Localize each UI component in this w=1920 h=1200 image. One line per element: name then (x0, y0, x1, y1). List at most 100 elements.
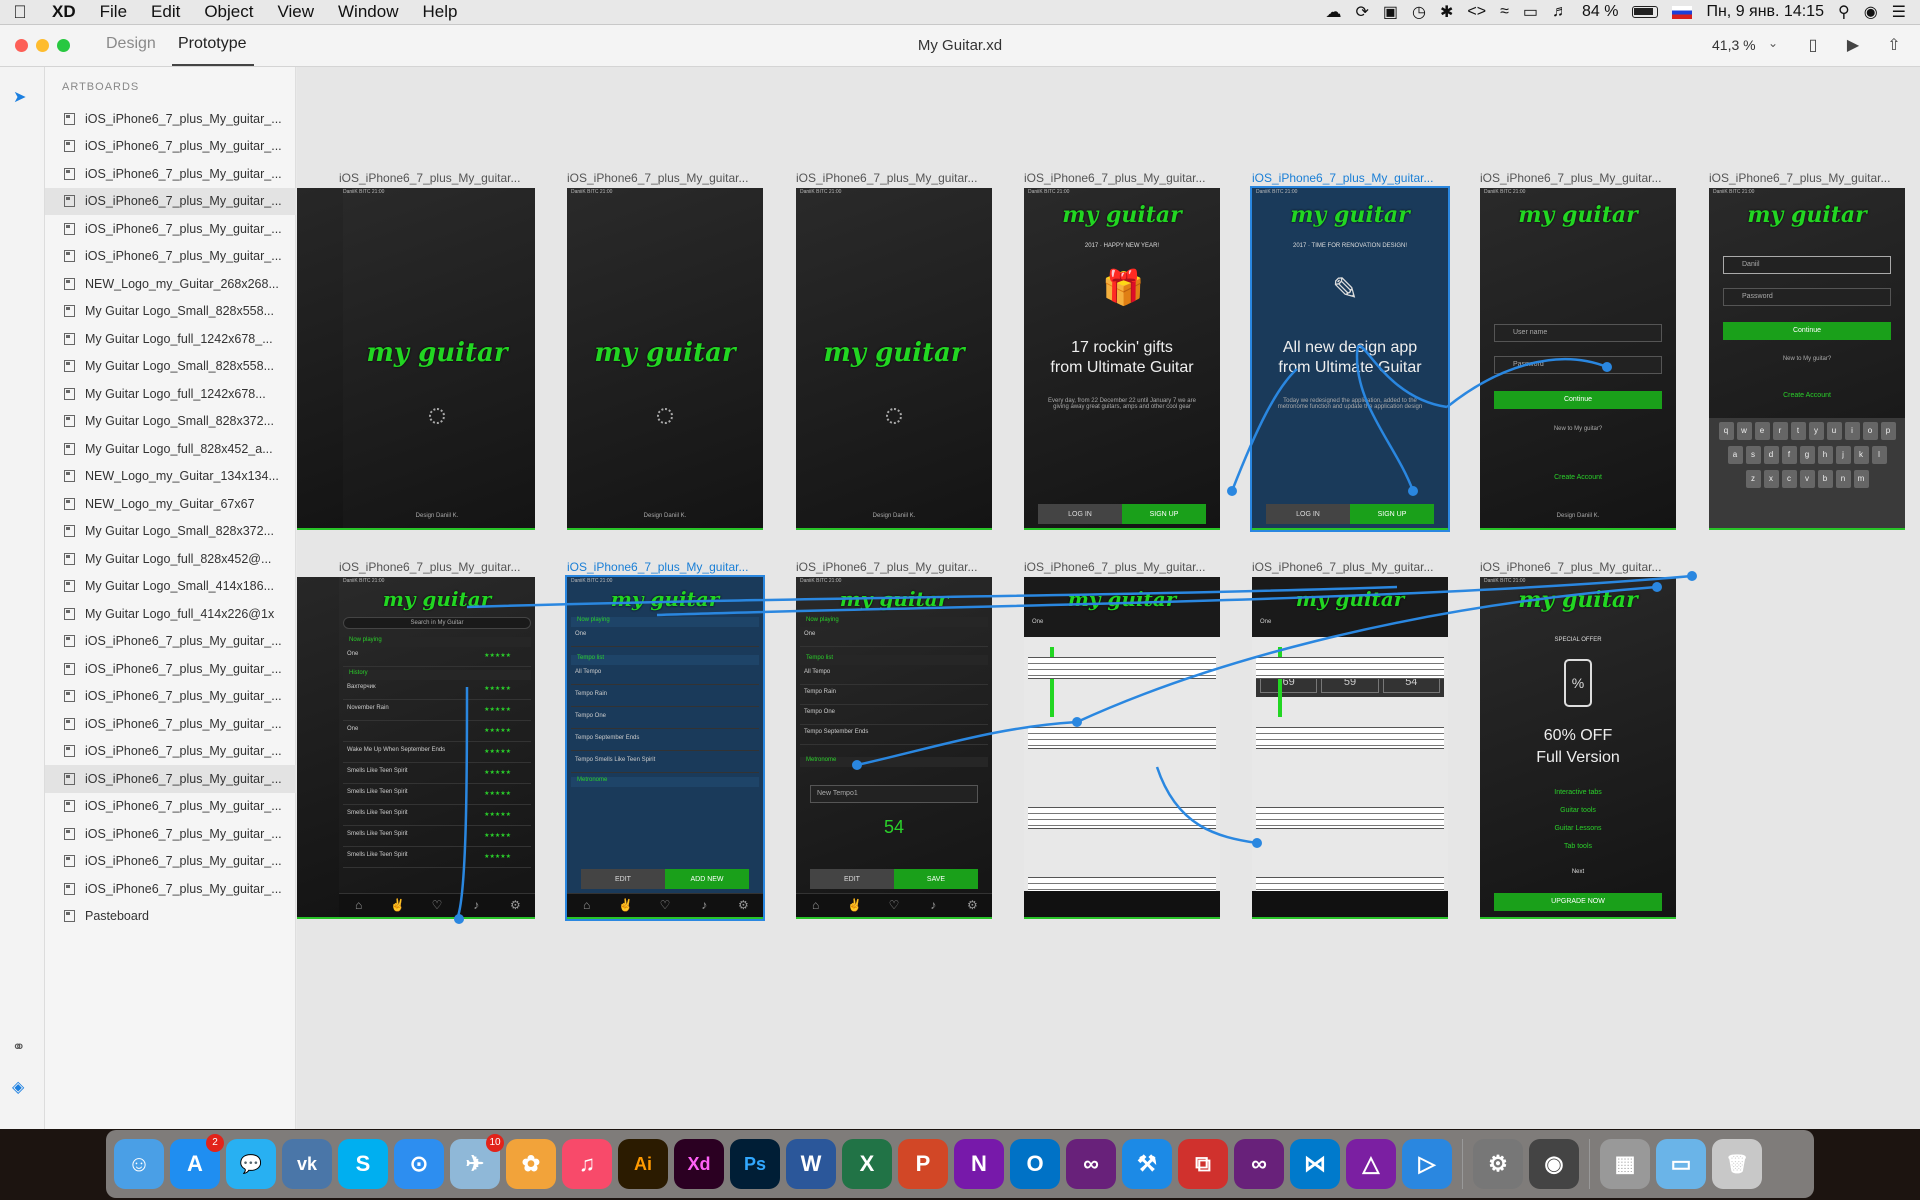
artboard-list-item[interactable]: iOS_iPhone6_7_plus_My_guitar_... (45, 710, 296, 738)
visual-studio-icon[interactable]: ∞ (1066, 1139, 1116, 1189)
tab-bar-icon[interactable]: ♪ (457, 894, 496, 917)
song-row[interactable]: One ★★★★★ (343, 724, 531, 742)
keyboard-key[interactable]: x (1763, 470, 1779, 488)
tempo-row[interactable]: All Tempo (571, 667, 759, 685)
keyboard-key[interactable]: q (1718, 422, 1734, 440)
affinity-icon[interactable]: △ (1346, 1139, 1396, 1189)
menu-view[interactable]: View (265, 2, 326, 22)
song-row[interactable]: One (571, 629, 759, 647)
battery-icon[interactable] (1632, 6, 1659, 18)
vk-icon[interactable]: vk (282, 1139, 332, 1189)
artboard-list-item[interactable]: iOS_iPhone6_7_plus_My_guitar_... (45, 738, 296, 766)
artboard-list-item[interactable]: My Guitar Logo_Small_828x558... (45, 353, 296, 381)
username-field[interactable]: User name (1494, 324, 1662, 342)
edit-button[interactable]: EDIT (810, 869, 894, 889)
tempo-row[interactable]: Tempo September Ends (800, 727, 988, 745)
tab-bar-icon[interactable]: ✌ (378, 894, 417, 917)
keyboard-key[interactable]: l (1871, 446, 1887, 464)
artboard-list-item[interactable]: My Guitar Logo_Small_414x186... (45, 573, 296, 601)
artboard-title[interactable]: iOS_iPhone6_7_plus_My_guitar... (1480, 171, 1676, 185)
keyboard-key[interactable]: i (1844, 422, 1860, 440)
artboard[interactable]: DaniiK BITC 21:00 my guitar 2017 · TIME FO… (1250, 186, 1450, 532)
tempo-name-field[interactable]: New Tempo1 (810, 785, 978, 803)
artboard-title[interactable]: iOS_iPhone6_7_plus_My_guitar... (1252, 560, 1448, 574)
tab-bar-icon[interactable]: ✌ (835, 894, 874, 917)
battery-percent[interactable]: 84 % (1582, 3, 1618, 21)
preview-icon[interactable]: ▦ (1600, 1139, 1650, 1189)
outlook-icon[interactable]: O (1010, 1139, 1060, 1189)
tab-bar-icon[interactable]: ⚙ (724, 894, 763, 917)
tempo-row[interactable]: Tempo Rain (800, 687, 988, 705)
tempo-row[interactable]: Tempo September Ends (571, 733, 759, 751)
artboard-list-item[interactable]: My Guitar Logo_Small_828x372... (45, 518, 296, 546)
artboard-list-item[interactable]: iOS_iPhone6_7_plus_My_guitar_... (45, 628, 296, 656)
photos-icon[interactable]: ✿ (506, 1139, 556, 1189)
artboard-title[interactable]: iOS_iPhone6_7_plus_My_guitar... (1252, 171, 1448, 185)
bluetooth-icon[interactable]: ✱ (1440, 2, 1453, 22)
keyboard-key[interactable]: z (1745, 470, 1761, 488)
tab-bar-icon[interactable]: ⚙ (496, 894, 535, 917)
word-icon[interactable]: W (786, 1139, 836, 1189)
airplay-icon[interactable]: ▭ (1523, 2, 1538, 22)
artboard-title[interactable]: iOS_iPhone6_7_plus_My_guitar... (796, 560, 992, 574)
artboard-title[interactable]: iOS_iPhone6_7_plus_My_guitar... (1709, 171, 1905, 185)
symbols-icon[interactable]: ⚭ (12, 1037, 25, 1057)
artboard-list-item[interactable]: iOS_iPhone6_7_plus_My_guitar_... (45, 243, 296, 271)
chevron-down-icon[interactable]: ⌄ (1768, 36, 1778, 50)
artboard-partial[interactable] (297, 188, 343, 530)
song-row[interactable]: One (800, 629, 988, 647)
clock[interactable]: Пн, 9 янв. 14:15 (1706, 3, 1824, 21)
song-row[interactable]: Вахтерчик ★★★★★ (343, 682, 531, 700)
onenote-icon[interactable]: N (954, 1139, 1004, 1189)
tempo-row[interactable]: Tempo One (571, 711, 759, 729)
ps-icon[interactable]: Ps (730, 1139, 780, 1189)
artboard-list-item[interactable]: iOS_iPhone6_7_plus_My_guitar_... (45, 655, 296, 683)
artboard[interactable]: DaniiK BITC 21:00 my guitar Design Daniil … (796, 188, 992, 530)
password-field[interactable]: Password (1494, 356, 1662, 374)
artboard-list-item[interactable]: My Guitar Logo_Small_828x558... (45, 298, 296, 326)
tab-bar-icon[interactable]: ✌ (606, 894, 645, 917)
keyboard-key[interactable]: g (1799, 446, 1815, 464)
artboard-list-item[interactable]: NEW_Logo_my_Guitar_268x268... (45, 270, 296, 298)
tab-bar-icon[interactable]: ♪ (685, 894, 724, 917)
prototype-icon[interactable]: ▷ (1402, 1139, 1452, 1189)
artboard[interactable]: DaniiK BITC 21:00 my guitar SPECIAL OFFER%… (1480, 577, 1676, 919)
song-row[interactable]: Smells Like Teen Spirit ★★★★★ (343, 808, 531, 826)
artboard-list-item[interactable]: NEW_Logo_my_Guitar_67x67 (45, 490, 296, 518)
trash-icon[interactable]: 🗑 (1712, 1139, 1762, 1189)
artboard-list-item[interactable]: iOS_iPhone6_7_plus_My_guitar_... (45, 187, 296, 215)
tab-bar-icon[interactable]: ♪ (914, 894, 953, 917)
artboard-list-item[interactable]: My Guitar Logo_full_828x452_a... (45, 435, 296, 463)
itunes-icon[interactable]: ♫ (562, 1139, 612, 1189)
artboard-list-item[interactable]: My Guitar Logo_full_1242x678... (45, 380, 296, 408)
skype-icon[interactable]: S (338, 1139, 388, 1189)
cloud-icon[interactable]: ☁ (1326, 2, 1342, 22)
artboard-title[interactable]: iOS_iPhone6_7_plus_My_guitar... (339, 560, 535, 574)
song-row[interactable]: Smells Like Teen Spirit ★★★★★ (343, 787, 531, 805)
artboard[interactable]: DaniiK BITC 21:00 my guitar Search in My G… (339, 577, 535, 919)
notification-center-icon[interactable]: ☰ (1892, 2, 1906, 22)
timemachine-icon[interactable]: ◷ (1412, 2, 1426, 22)
layers-icon[interactable]: ◈ (12, 1077, 24, 1097)
save-button[interactable]: SAVE (894, 869, 978, 889)
artboard-list-item[interactable]: iOS_iPhone6_7_plus_My_guitar_... (45, 875, 296, 903)
keyboard-key[interactable]: a (1727, 446, 1743, 464)
artboard-list-item[interactable]: iOS_iPhone6_7_plus_My_guitar_... (45, 793, 296, 821)
finder-icon[interactable]: ☺ (114, 1139, 164, 1189)
continue-button[interactable]: Continue (1494, 391, 1662, 409)
keyboard-key[interactable]: p (1880, 422, 1896, 440)
add-new-button[interactable]: ADD NEW (665, 869, 749, 889)
wifi-icon[interactable]: ≈ (1500, 3, 1509, 21)
artboard-list-item[interactable]: iOS_iPhone6_7_plus_My_guitar_... (45, 105, 296, 133)
keyboard-key[interactable]: w (1736, 422, 1752, 440)
keyboard-key[interactable]: r (1772, 422, 1788, 440)
keyboard-key[interactable]: t (1790, 422, 1806, 440)
artboard[interactable]: DaniiK BITC 21:00 my guitar 2017 · HAPPY N… (1024, 188, 1220, 530)
spotlight-icon[interactable]: ⚲ (1838, 2, 1850, 22)
artboard[interactable]: DaniiK BITC 21:00 my guitar Now playing One… (796, 577, 992, 919)
keyboard-key[interactable]: b (1817, 470, 1833, 488)
artboard[interactable]: DaniiK BITC 21:00 my guitar Design Daniil … (339, 188, 535, 530)
xcode-icon[interactable]: ⚒ (1122, 1139, 1172, 1189)
artboard-title[interactable]: iOS_iPhone6_7_plus_My_guitar... (1480, 560, 1676, 574)
keyboard-key[interactable]: m (1853, 470, 1869, 488)
